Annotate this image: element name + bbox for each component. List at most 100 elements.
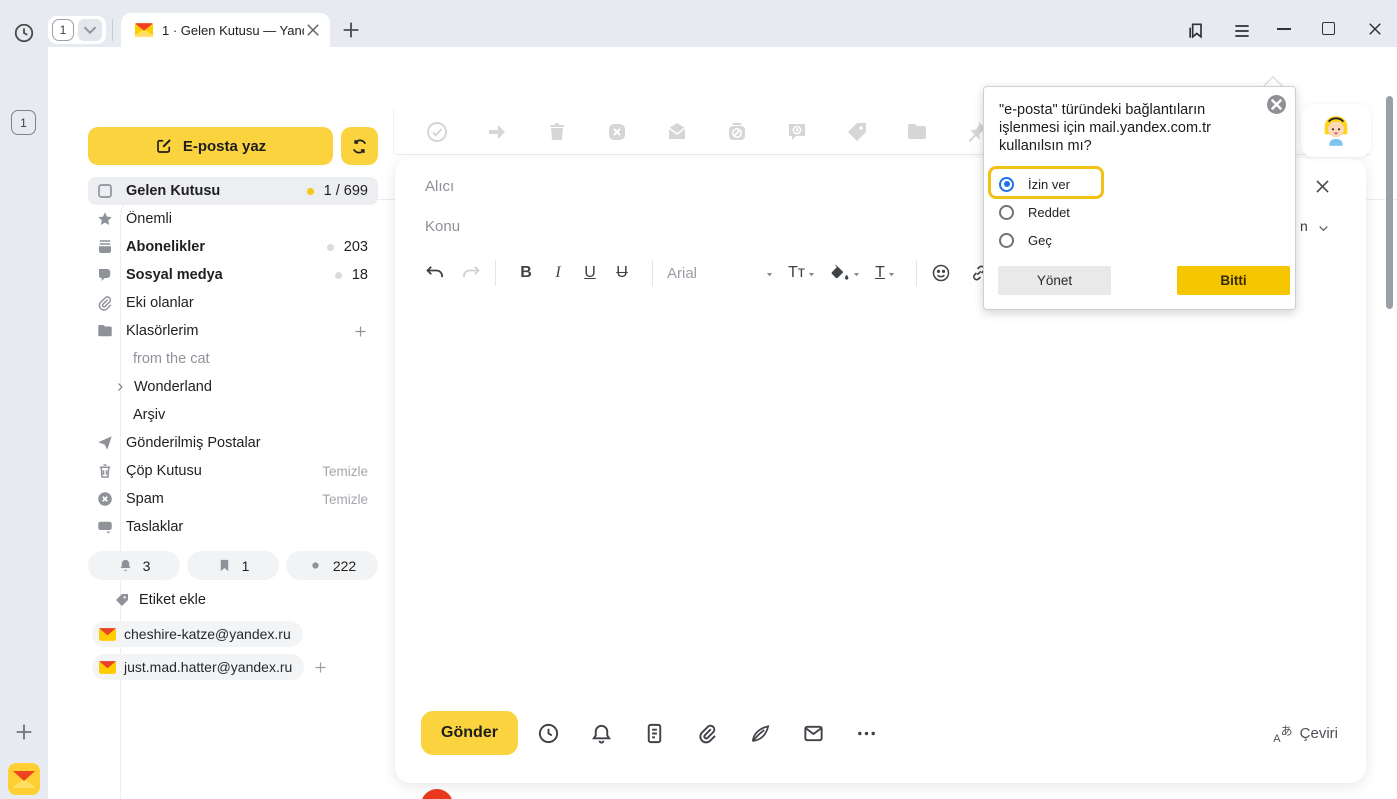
folder-action[interactable]: Temizle	[322, 492, 368, 507]
tag-icon	[114, 592, 130, 608]
recipient-input[interactable]	[425, 174, 985, 198]
forward-icon[interactable]	[485, 120, 509, 144]
add-label-text: Etiket ekle	[139, 592, 206, 608]
bell-outline-icon[interactable]	[590, 722, 613, 745]
add-account-icon[interactable]	[313, 660, 328, 675]
tag-fill-icon[interactable]	[845, 120, 869, 144]
spam-fill-icon[interactable]	[605, 120, 629, 144]
radio-icon[interactable]	[999, 205, 1014, 220]
underline-button[interactable]: U	[574, 264, 606, 282]
history-icon[interactable]	[13, 22, 35, 44]
account-pill[interactable]: just.mad.hatter@yandex.ru	[92, 654, 304, 680]
chevron-down-icon[interactable]	[765, 270, 774, 279]
font-family-select[interactable]: Arial	[667, 265, 763, 282]
chevron-down-icon[interactable]	[78, 19, 102, 41]
folder-item[interactable]: Sosyal medya18	[88, 261, 378, 289]
translate-button[interactable]: Aあ Çeviri	[1273, 711, 1338, 755]
folder-item[interactable]: Abonelikler203	[88, 233, 378, 261]
folder-label: Wonderland	[134, 379, 368, 395]
folder-item[interactable]: Gelen Kutusu1 / 699	[88, 177, 378, 205]
folder-fill-icon[interactable]	[905, 120, 929, 144]
italic-button[interactable]: I	[542, 264, 574, 282]
folder-item[interactable]: Önemli	[88, 205, 378, 233]
chevron-right-icon[interactable]	[114, 381, 126, 393]
clock-icon[interactable]	[537, 722, 560, 745]
workspace-badge[interactable]: 1	[11, 110, 36, 135]
reminder-icon[interactable]	[785, 120, 809, 144]
folder-item[interactable]: Arşiv	[88, 401, 378, 429]
address-bar-row: mail.yandex.com.tr 1 · Gelen Kutusu — Ya…	[48, 47, 1397, 91]
compose-close-icon[interactable]	[1313, 177, 1332, 196]
window-maximize-button[interactable]	[1322, 22, 1335, 35]
tab-separator	[112, 19, 113, 41]
popup-question-line: "e-posta" türündeki bağlantıların	[999, 101, 1249, 119]
chevron-down-icon[interactable]	[852, 270, 861, 279]
manage-button[interactable]: Yönet	[998, 266, 1111, 295]
scrollbar-thumb[interactable]	[1386, 96, 1393, 309]
window-close-button[interactable]	[1366, 20, 1384, 38]
counter-pill[interactable]: 222	[286, 551, 378, 580]
add-folder-icon[interactable]	[353, 324, 368, 339]
fill-color-icon[interactable]	[830, 263, 850, 283]
emoji-icon[interactable]	[931, 263, 951, 283]
compose-button[interactable]: E-posta yaz	[88, 127, 333, 165]
counter-pill[interactable]: 1	[187, 551, 279, 580]
popup-question-line: işlenmesi için mail.yandex.com.tr	[999, 119, 1249, 137]
popup-radio-option[interactable]: Reddet	[999, 198, 1279, 226]
translate-icon: Aあ	[1273, 725, 1292, 742]
account-email: just.mad.hatter@yandex.ru	[124, 659, 292, 675]
popup-radio-option[interactable]: Geç	[999, 226, 1279, 254]
mail-refresh-button[interactable]	[341, 127, 378, 165]
snooze-icon[interactable]	[725, 120, 749, 144]
envelope-fill-icon[interactable]	[665, 120, 689, 144]
folder-item[interactable]: SpamTemizle	[88, 485, 378, 513]
font-size-button[interactable]: Tт	[788, 264, 805, 282]
popup-question-line: kullanılsın mı?	[999, 137, 1249, 155]
bookmarks-panel-icon[interactable]	[1186, 21, 1206, 41]
account-pill[interactable]: cheshire-katze@yandex.ru	[92, 621, 303, 647]
chevron-down-icon[interactable]	[887, 270, 896, 279]
folder-item[interactable]: Gönderilmiş Postalar	[88, 429, 378, 457]
add-label-button[interactable]: Etiket ekle	[114, 592, 206, 608]
chevron-down-icon[interactable]	[1316, 221, 1331, 236]
tab-group[interactable]: 1	[48, 16, 106, 44]
new-tab-button[interactable]	[340, 19, 362, 41]
bold-button[interactable]: B	[510, 264, 542, 282]
attachment-icon[interactable]	[696, 722, 719, 745]
trash-fill-icon[interactable]	[545, 120, 569, 144]
folder-action[interactable]: Temizle	[322, 464, 368, 479]
radio-icon[interactable]	[999, 233, 1014, 248]
more-icon[interactable]	[855, 722, 878, 745]
counter-pill[interactable]: 3	[88, 551, 180, 580]
attachment-icon	[96, 294, 114, 312]
folder-item[interactable]: from the cat	[88, 345, 378, 373]
folder-item[interactable]: Taslaklar	[88, 513, 378, 541]
send-button[interactable]: Gönder	[421, 711, 518, 755]
radio-icon[interactable]	[999, 177, 1014, 192]
folder-item[interactable]: Eki olanlar	[88, 289, 378, 317]
folder-item[interactable]: Wonderland	[88, 373, 378, 401]
text-color-button[interactable]: T	[875, 264, 885, 282]
check-circle-icon[interactable]	[425, 120, 449, 144]
folder-item[interactable]: Klasörlerim	[88, 317, 378, 345]
sidebar-add-icon[interactable]	[13, 721, 35, 743]
avatar-card[interactable]	[1301, 104, 1371, 157]
pen-icon[interactable]	[749, 722, 772, 745]
active-tab[interactable]: 1 · Gelen Kutusu — Yand	[121, 13, 330, 47]
menu-icon[interactable]	[1232, 21, 1252, 41]
unread-dot	[335, 272, 342, 279]
folder-item[interactable]: Çöp KutusuTemizle	[88, 457, 378, 485]
popup-close-icon[interactable]	[1267, 95, 1286, 114]
subject-input[interactable]	[425, 214, 985, 238]
yandex-mail-app-icon[interactable]	[8, 763, 40, 795]
envelope-outline-icon[interactable]	[802, 722, 825, 745]
tab-close-icon[interactable]	[304, 21, 322, 39]
strikethrough-button[interactable]: U	[606, 264, 638, 282]
popup-radio-option[interactable]: İzin ver	[999, 170, 1279, 198]
chevron-down-icon[interactable]	[807, 270, 816, 279]
undo-icon[interactable]	[425, 263, 445, 283]
window-minimize-button[interactable]	[1277, 28, 1291, 30]
template-icon[interactable]	[643, 722, 666, 745]
redo-icon[interactable]	[461, 263, 481, 283]
done-button[interactable]: Bitti	[1177, 266, 1290, 295]
